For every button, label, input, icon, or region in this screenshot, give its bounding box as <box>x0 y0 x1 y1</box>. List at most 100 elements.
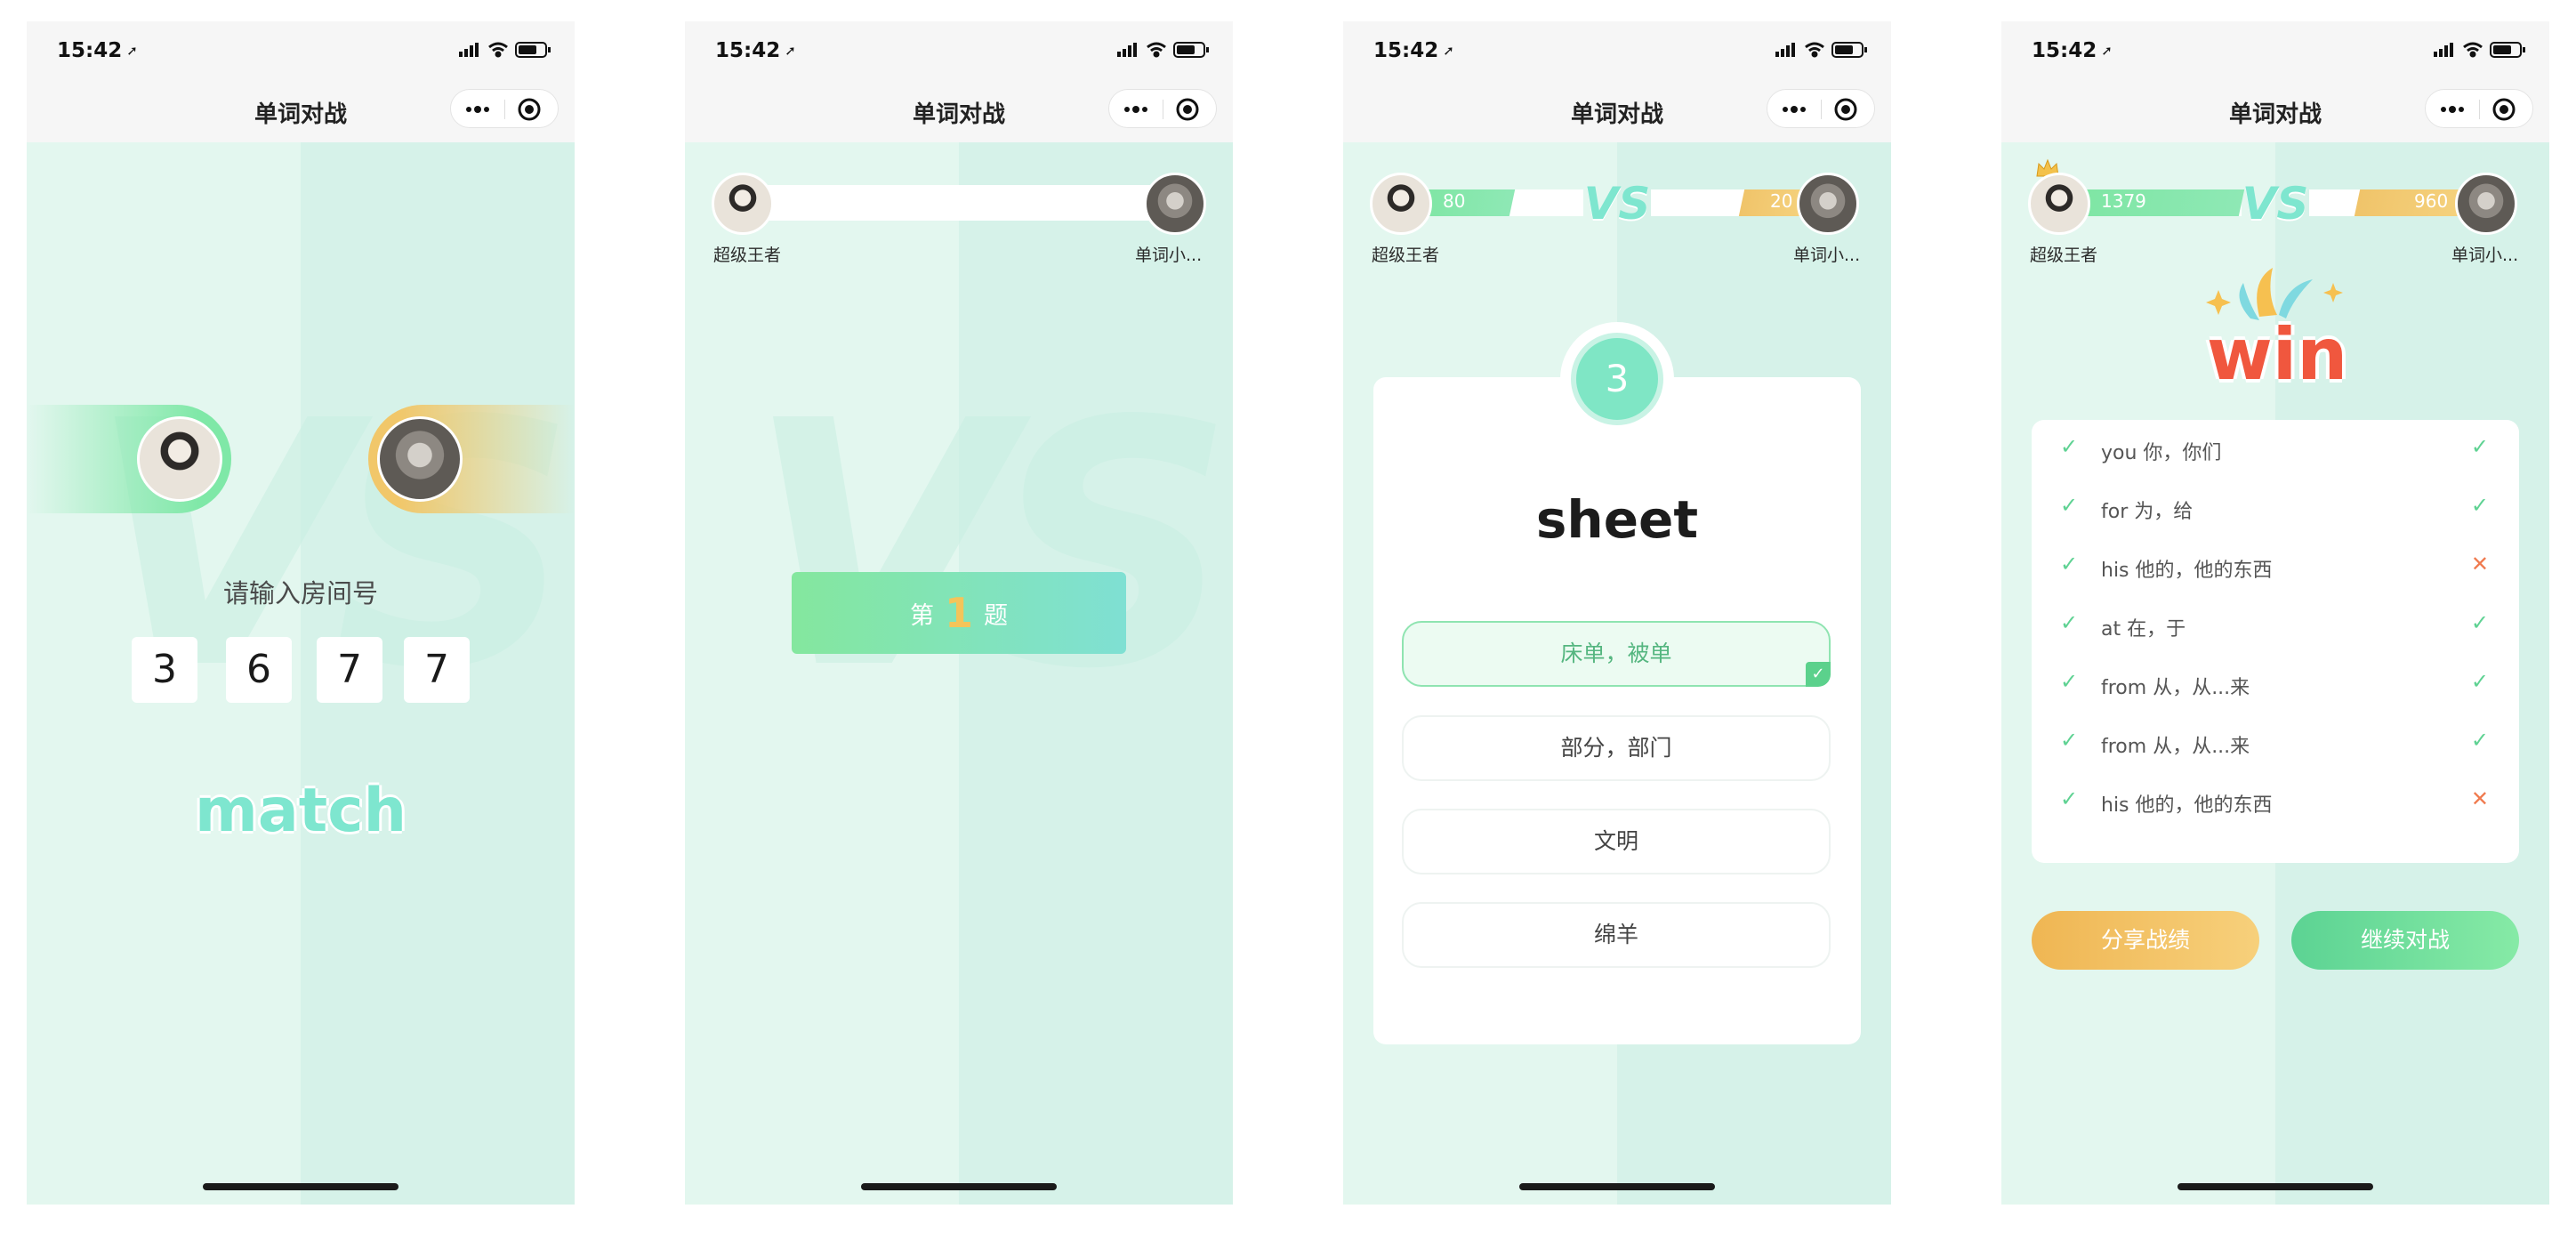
status-icons <box>459 42 551 58</box>
vs-badge: VS <box>1583 178 1651 230</box>
status-icons <box>2434 42 2525 58</box>
target-icon[interactable] <box>1175 97 1200 122</box>
result-word: his 他的，他的东西 <box>2101 560 2273 582</box>
wifi-icon <box>1147 42 1166 58</box>
room-digit[interactable]: 7 <box>317 637 382 703</box>
location-arrow-icon: ➚ <box>1443 43 1454 59</box>
wifi-icon <box>2463 42 2483 58</box>
player-right-name: 单词小... <box>1793 246 1861 265</box>
wifi-icon <box>1805 42 1824 58</box>
vs-watermark: VS <box>747 349 1233 743</box>
mini-program-capsule <box>1108 89 1217 128</box>
target-icon[interactable] <box>2491 97 2516 122</box>
more-dots-icon[interactable] <box>1120 97 1152 122</box>
home-indicator <box>861 1183 1057 1190</box>
home-indicator <box>203 1183 398 1190</box>
signal-icon <box>459 43 479 57</box>
continue-battle-button[interactable]: 继续对战 <box>2291 911 2519 970</box>
nav-bar: 单词对战 <box>1343 78 1891 142</box>
match-button[interactable]: match <box>27 776 575 846</box>
result-row: ✓ his 他的，他的东西 ✕ <box>2032 537 2519 596</box>
round-indicator: 第1题 <box>792 572 1126 654</box>
answer-option[interactable]: 部分，部门 <box>1402 715 1831 781</box>
mini-program-capsule <box>1767 89 1875 128</box>
room-digit[interactable]: 7 <box>404 637 470 703</box>
more-dots-icon[interactable] <box>462 97 494 122</box>
results-card: ✓ you 你，你们 ✓ ✓ for 为，给 ✓ ✓ his 他的，他的东西 ✕… <box>2032 420 2519 863</box>
result-word: at 在，于 <box>2101 618 2186 641</box>
check-icon: ✓ <box>2470 434 2489 459</box>
signal-icon <box>2434 43 2453 57</box>
phone-screen-result: 15:42 ➚ 单词对战 1379 960 VS 超级王者 单词小... win … <box>2001 21 2549 1205</box>
location-arrow-icon: ➚ <box>2101 43 2113 59</box>
room-digit[interactable]: 3 <box>132 637 197 703</box>
result-word: for 为，给 <box>2101 501 2194 523</box>
status-bar: 15:42 ➚ <box>685 21 1233 78</box>
mini-program-capsule <box>2425 89 2533 128</box>
status-icons <box>1775 42 1867 58</box>
mini-program-capsule <box>450 89 559 128</box>
result-word: from 从，从...来 <box>2101 736 2250 758</box>
phone-screen-question: 15:42 ➚ 单词对战 80 20 VS 超级王者 单词小... 3 sheet… <box>1343 21 1891 1205</box>
nav-bar: 单词对战 <box>685 78 1233 142</box>
avatar-left <box>712 173 774 235</box>
avatar-left <box>2028 173 2090 235</box>
result-row: ✓ at 在，于 ✓ <box>2032 596 2519 655</box>
wifi-icon <box>488 42 508 58</box>
answer-option[interactable]: 文明 <box>1402 809 1831 874</box>
check-icon: ✓ <box>2060 669 2079 694</box>
status-bar: 15:42 ➚ <box>27 21 575 78</box>
check-icon: ✓ <box>2060 493 2079 518</box>
battery-icon <box>2490 42 2525 58</box>
round-suffix: 题 <box>984 602 1008 630</box>
avatar-right <box>1144 173 1206 235</box>
avatar-right <box>1797 173 1859 235</box>
phone-screen-round: 15:42 ➚ 单词对战 VS 超级王者 单词小... 第1题 <box>685 21 1233 1205</box>
check-icon: ✓ <box>2470 493 2489 518</box>
result-row: ✓ from 从，从...来 ✓ <box>2032 655 2519 713</box>
capsule-divider <box>1821 100 1822 119</box>
answer-option-selected[interactable]: 床单，被单 ✓ <box>1402 621 1831 687</box>
phone-screen-room: 15:42 ➚ 单词对战 VS 请输入房间号 3 6 7 7 match <box>27 21 575 1205</box>
status-bar: 15:42 ➚ <box>1343 21 1891 78</box>
share-results-button[interactable]: 分享战绩 <box>2032 911 2259 970</box>
countdown-timer: 3 <box>1560 322 1674 436</box>
location-arrow-icon: ➚ <box>126 43 138 59</box>
status-time: 15:42 ➚ <box>2032 39 2113 62</box>
check-icon: ✓ <box>1806 662 1831 687</box>
check-icon: ✓ <box>2060 610 2079 635</box>
round-prefix: 第 <box>909 602 934 630</box>
round-number: 1 <box>944 589 973 637</box>
score-bar-empty <box>738 185 1183 221</box>
status-time: 15:42 ➚ <box>715 39 796 62</box>
cross-icon: ✕ <box>2470 552 2489 576</box>
result-row: ✓ you 你，你们 ✓ <box>2032 420 2519 479</box>
player-left-name: 超级王者 <box>1372 246 1440 265</box>
cross-icon: ✕ <box>2470 786 2489 811</box>
nav-bar: 单词对战 <box>2001 78 2549 142</box>
player-left-name: 超级王者 <box>2030 246 2098 265</box>
avatar-right <box>377 416 463 502</box>
capsule-divider <box>504 100 505 119</box>
score-bar-left <box>2069 189 2245 216</box>
room-digit[interactable]: 6 <box>226 637 292 703</box>
check-icon: ✓ <box>2060 552 2079 576</box>
result-row: ✓ for 为，给 ✓ <box>2032 479 2519 537</box>
player-right-name: 单词小... <box>1135 246 1203 265</box>
check-icon: ✓ <box>2060 728 2079 753</box>
more-dots-icon[interactable] <box>2436 97 2468 122</box>
battery-icon <box>1173 42 1209 58</box>
status-time: 15:42 ➚ <box>57 39 138 62</box>
target-icon[interactable] <box>1833 97 1858 122</box>
player-left-name: 超级王者 <box>713 246 782 265</box>
result-word: from 从，从...来 <box>2101 677 2250 699</box>
signal-icon <box>1117 43 1137 57</box>
win-title: win <box>2206 313 2348 396</box>
answer-option-label: 床单，被单 <box>1560 641 1672 666</box>
more-dots-icon[interactable] <box>1778 97 1810 122</box>
result-word: his 他的，他的东西 <box>2101 794 2273 817</box>
capsule-divider <box>2479 100 2480 119</box>
target-icon[interactable] <box>517 97 542 122</box>
check-icon: ✓ <box>2060 434 2079 459</box>
answer-option[interactable]: 绵羊 <box>1402 902 1831 968</box>
